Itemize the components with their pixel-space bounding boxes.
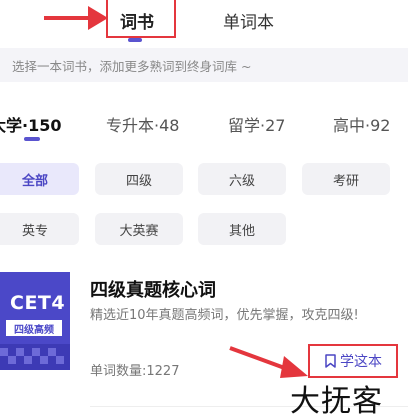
category-tab-study-abroad[interactable]: 留学·27 — [228, 112, 285, 136]
book-title[interactable]: 四级真题核心词 — [90, 276, 216, 302]
book-description: 精选近10年真题高频词，优先掌握，攻克四级! — [90, 308, 359, 323]
filter-chip-postgraduate[interactable]: 考研 — [302, 163, 390, 195]
book-word-count: 单词数量:1227 — [90, 364, 180, 379]
category-tab-upgrade[interactable]: 专升本·48 — [106, 112, 179, 136]
tab-wordbook[interactable]: 词书 — [120, 8, 154, 33]
tab-vocabulary-notebook[interactable]: 单词本 — [223, 8, 274, 33]
cover-checker-pattern — [0, 344, 70, 370]
category-tab-university[interactable]: 大学·150 — [0, 112, 61, 136]
filter-chip-all[interactable]: 全部 — [0, 163, 79, 195]
wordbook-screen: 词书 单词本 选择一本词书，添加更多熟词到终身词库 ~ 大学·150 专升本·4… — [0, 0, 408, 417]
book-cover-title: CET4 — [10, 292, 66, 314]
annotation-arrow-top — [44, 6, 108, 30]
filter-chip-cet4[interactable]: 四级 — [95, 163, 183, 195]
tab-active-indicator — [128, 38, 142, 42]
wordbook-search-bar[interactable]: 选择一本词书，添加更多熟词到终身词库 ~ — [0, 48, 408, 82]
book-cover[interactable]: CET4 四级高频 — [0, 272, 70, 370]
category-active-indicator — [24, 137, 40, 141]
learn-button-label: 学这本 — [340, 354, 382, 370]
category-tab-high-school[interactable]: 高中·92 — [333, 112, 390, 136]
book-cover-subtitle: 四级高频 — [6, 320, 62, 336]
learn-this-book-button[interactable]: 学这本 — [324, 351, 382, 371]
filter-chip-cet6[interactable]: 六级 — [198, 163, 286, 195]
watermark-text: 大抚客 — [290, 384, 383, 417]
search-placeholder: 选择一本词书，添加更多熟词到终身词库 ~ — [12, 58, 252, 74]
bookmark-icon — [325, 354, 336, 368]
filter-chip-english-contest[interactable]: 大英赛 — [95, 213, 183, 245]
filter-chip-other[interactable]: 其他 — [198, 213, 286, 245]
filter-chip-english-major[interactable]: 英专 — [0, 213, 79, 245]
